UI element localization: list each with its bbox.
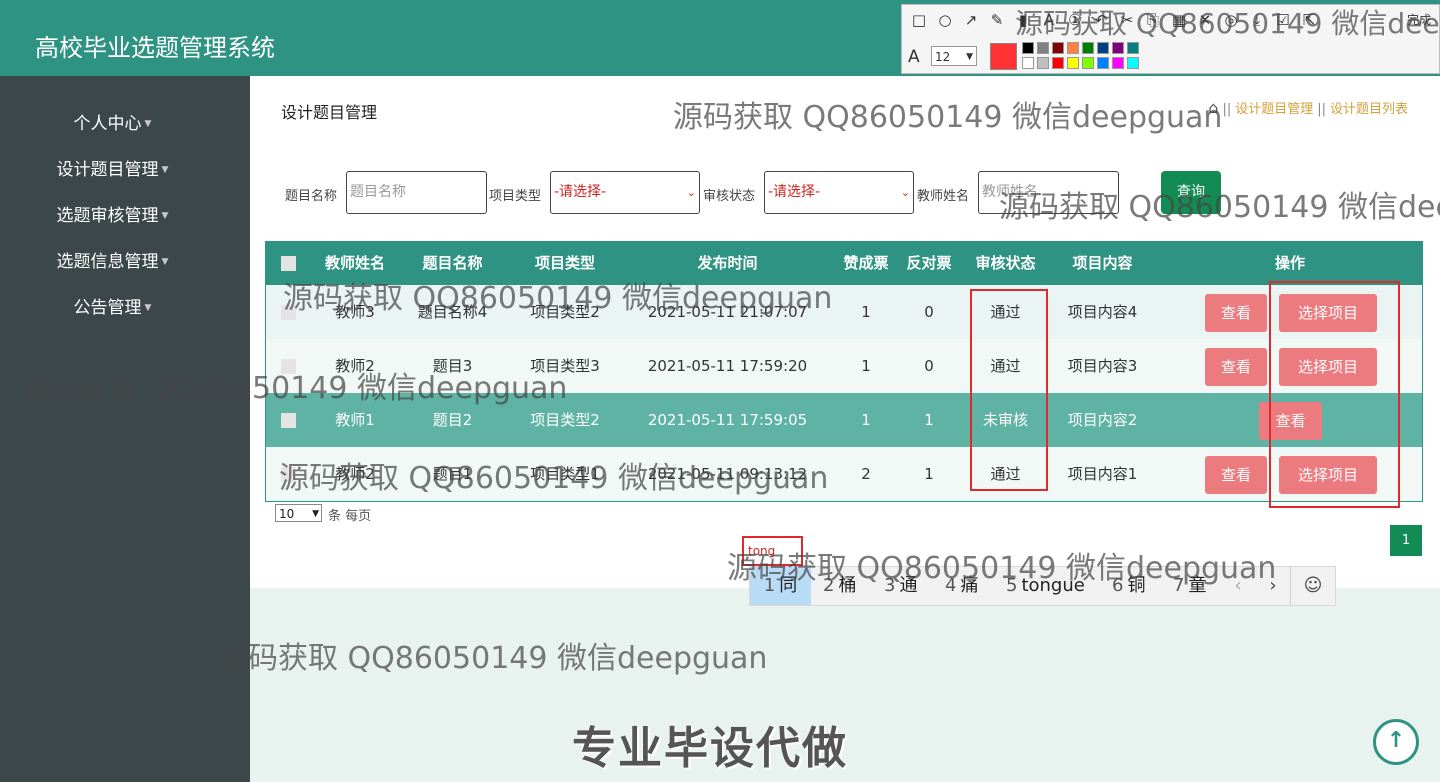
topic-filter-label: 题目名称	[285, 189, 338, 204]
watermark: 源码获取 QQ86050149 微信deepguan	[1015, 7, 1440, 40]
select-all-checkbox[interactable]	[281, 256, 296, 271]
no-votes-cell: 0	[924, 357, 934, 375]
page-button[interactable]: 1	[1390, 525, 1422, 556]
content-cell: 项目内容1	[1067, 465, 1138, 483]
page-title: 设计题目管理	[281, 103, 378, 122]
annotation-box	[1269, 281, 1400, 508]
color-swatch[interactable]	[1052, 42, 1064, 54]
caret-down-icon: ▼	[161, 165, 169, 175]
watermark: 源码获取 QQ86050149 微信deepguan	[673, 100, 1223, 135]
annotation-box	[970, 289, 1048, 491]
page-size-label: 条 每页	[328, 509, 372, 524]
color-swatch[interactable]	[1112, 57, 1124, 69]
time-cell: 2021-05-11 17:59:05	[647, 411, 808, 429]
type-select[interactable]: -请选择- ⌄	[550, 171, 700, 214]
caret-down-icon: ▼	[161, 211, 169, 221]
current-color-swatch[interactable]	[990, 43, 1017, 70]
view-button[interactable]: 查看	[1205, 294, 1267, 332]
color-swatch[interactable]	[1037, 42, 1049, 54]
ellipse-icon[interactable]: ○	[936, 9, 954, 31]
color-swatch[interactable]	[1082, 57, 1094, 69]
watermark: 源码获取 QQ86050149 微信deepguan	[218, 641, 768, 676]
sidebar-item-personal-center[interactable]: 个人中心 ▼	[0, 109, 225, 134]
content-cell: 项目内容3	[1067, 357, 1138, 375]
watermark: 源码获取 QQ86050149 微信deepguan	[283, 281, 833, 316]
breadcrumb-item[interactable]: 设计题目管理	[1235, 102, 1313, 117]
no-votes-cell: 1	[924, 411, 934, 429]
app-title: 高校毕业选题管理系统	[35, 34, 275, 62]
chevron-down-icon: ⌄	[900, 186, 910, 199]
yes-votes-cell: 2	[861, 465, 871, 483]
watermark: 源码获取 QQ86050149 微信deepguan	[18, 371, 568, 406]
sidebar-item-review-management[interactable]: 选题审核管理 ▼	[0, 201, 225, 226]
rectangle-icon[interactable]: □	[910, 9, 928, 31]
row-checkbox[interactable]	[281, 413, 296, 428]
color-swatch[interactable]	[1082, 42, 1094, 54]
breadcrumb-item[interactable]: 设计题目列表	[1330, 102, 1408, 117]
status-select[interactable]: -请选择- ⌄	[764, 171, 914, 214]
watermark: 源码获取 QQ86050149 微信deepguan	[727, 551, 1277, 586]
color-swatch[interactable]	[1022, 57, 1034, 69]
view-button[interactable]: 查看	[1205, 456, 1267, 494]
caret-down-icon: ▼	[144, 303, 152, 313]
sidebar-item-announcements[interactable]: 公告管理 ▼	[0, 293, 225, 318]
chevron-down-icon: ▼	[966, 52, 973, 62]
type-filter-label: 项目类型	[489, 189, 542, 204]
color-swatch[interactable]	[1037, 57, 1049, 69]
font-size-select[interactable]: 12 ▼	[931, 46, 977, 66]
column-header: 反对票	[906, 254, 952, 272]
topic-search-input[interactable]: 题目名称	[346, 171, 487, 214]
yes-votes-cell: 1	[861, 357, 871, 375]
color-swatch[interactable]	[1022, 42, 1034, 54]
content-cell: 项目内容4	[1067, 303, 1138, 321]
sidebar-item-topic-management[interactable]: 设计题目管理 ▼	[0, 155, 225, 180]
chevron-down-icon: ⌄	[686, 186, 696, 199]
yes-votes-cell: 1	[861, 411, 871, 429]
sidebar	[0, 76, 250, 782]
time-cell: 2021-05-11 17:59:20	[647, 357, 808, 375]
color-swatch[interactable]	[1097, 42, 1109, 54]
column-header: 审核状态	[975, 254, 1036, 272]
sidebar-item-selection-info[interactable]: 选题信息管理 ▼	[0, 247, 225, 272]
caret-down-icon: ▼	[144, 119, 152, 129]
promo-text: 专业毕设代做	[572, 723, 848, 774]
color-swatch[interactable]	[1052, 57, 1064, 69]
breadcrumb: ⌂ || 设计题目管理 || 设计题目列表	[1208, 98, 1408, 117]
arrow-icon[interactable]: ↗	[962, 9, 980, 31]
teacher-filter-label: 教师姓名	[917, 189, 970, 204]
color-swatch[interactable]	[1112, 42, 1124, 54]
color-swatch[interactable]	[1127, 57, 1139, 69]
caret-down-icon: ▼	[161, 257, 169, 267]
column-header: 赞成票	[843, 254, 889, 272]
status-filter-label: 审核状态	[703, 189, 756, 204]
page-size-select[interactable]: 10 ▼	[275, 504, 322, 522]
color-swatch[interactable]	[1127, 42, 1139, 54]
color-swatch[interactable]	[1067, 42, 1079, 54]
watermark: 源码获取 QQ86050149 微信deepguan	[999, 190, 1440, 225]
content-cell: 项目内容2	[1067, 411, 1138, 429]
chevron-down-icon: ▼	[312, 509, 319, 519]
pen-icon[interactable]: ✎	[988, 9, 1006, 31]
view-button[interactable]: 查看	[1205, 348, 1267, 386]
column-header: 操作	[1274, 254, 1305, 272]
column-header: 项目内容	[1072, 254, 1133, 272]
color-swatch[interactable]	[1067, 57, 1079, 69]
no-votes-cell: 0	[924, 303, 934, 321]
no-votes-cell: 1	[924, 465, 934, 483]
scroll-to-top-icon[interactable]: ↑	[1373, 719, 1419, 765]
emoji-icon[interactable]: ☺	[1290, 567, 1335, 605]
yes-votes-cell: 1	[861, 303, 871, 321]
color-swatch[interactable]	[1097, 57, 1109, 69]
watermark: 源码获取 QQ86050149 微信deepguan	[279, 461, 829, 496]
font-icon: A	[908, 47, 920, 67]
